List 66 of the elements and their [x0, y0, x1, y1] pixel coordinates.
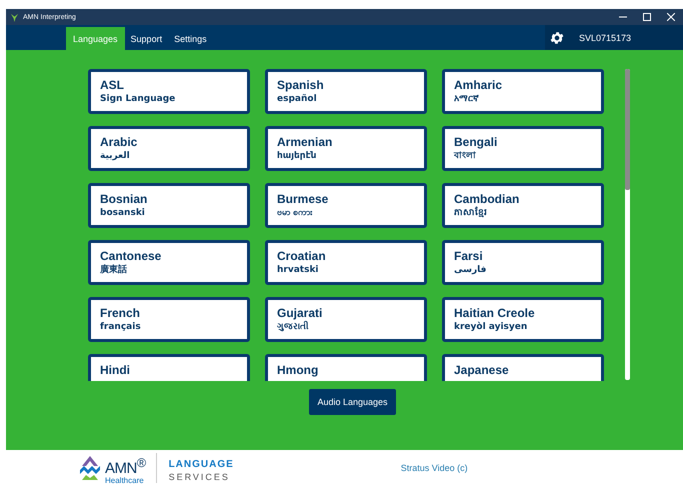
native-name: bosanski: [100, 207, 146, 220]
native-name: ភាសាខ្មែរ: [454, 206, 488, 220]
native-name: 廣東話: [100, 263, 128, 277]
language-card[interactable]: Hmong: [265, 354, 427, 381]
native-name: hrvatski: [277, 264, 320, 277]
logo-mark-icon: [78, 454, 102, 482]
language-name: Burmese: [277, 192, 330, 206]
language-card[interactable]: Japanese: [442, 354, 604, 381]
language-card[interactable]: Gujarati ગુજરાતી: [265, 297, 427, 342]
brand-name: AMN$^{®}$: [105, 456, 146, 476]
language-name: Armenian: [277, 135, 334, 149]
language-card[interactable]: Hindi: [88, 354, 250, 381]
native-name: ဗမာ စကား: [277, 207, 314, 220]
settings-icon[interactable]: [549, 30, 565, 46]
native-name: español: [277, 93, 318, 106]
app-icon: [10, 12, 19, 22]
language-name: Gujarati: [277, 306, 324, 320]
language-card[interactable]: Cambodian ភាសាខ្មែរ: [442, 183, 604, 228]
native-name: ગુજરાતી: [277, 320, 310, 334]
language-name: Cambodian: [454, 192, 520, 206]
language-name: Farsi: [454, 249, 484, 263]
credit-text: Stratus Video (c): [400, 463, 468, 473]
native-name: አማርኛ: [454, 93, 480, 106]
minimize-icon[interactable]: [619, 16, 627, 18]
language-name: ASL: [100, 78, 125, 92]
language-card[interactable]: Bengali বাংলা: [442, 126, 604, 171]
language-name: Hmong: [277, 363, 320, 377]
native-name: français: [100, 321, 142, 334]
language-card[interactable]: Burmese ဗမာ စကား: [265, 183, 427, 228]
service-subtitle: SERVICES: [168, 470, 231, 482]
language-name: Haitian Creole: [454, 306, 536, 320]
language-card[interactable]: Cantonese 廣東話: [88, 240, 250, 285]
scrollbar-thumb[interactable]: [625, 69, 630, 190]
language-card[interactable]: Spanish español: [265, 69, 427, 114]
language-name: Croatian: [277, 249, 327, 263]
language-card[interactable]: Armenian հայերէն: [265, 126, 427, 171]
native-name: հայերէն: [277, 150, 318, 163]
native-name: Sign Language: [100, 93, 176, 106]
language-name: Bosnian: [100, 192, 148, 206]
nav-tab[interactable]: Settings: [168, 27, 213, 50]
language-name: Amharic: [454, 78, 504, 92]
language-card[interactable]: Bosnian bosanski: [88, 183, 250, 228]
brand-subtitle: Healthcare: [105, 476, 145, 484]
language-card[interactable]: French français: [88, 297, 250, 342]
language-card[interactable]: Amharic አማርኛ: [442, 69, 604, 114]
native-name: العربية: [100, 150, 131, 163]
device-id: SVL0715173: [579, 32, 632, 42]
language-name: Cantonese: [100, 249, 162, 263]
language-name: Hindi: [100, 363, 131, 377]
nav-tab[interactable]: Support: [124, 27, 168, 50]
close-icon[interactable]: [667, 13, 675, 21]
native-name: فارسی: [454, 264, 488, 277]
audio-languages-button[interactable]: Audio Languages: [309, 389, 396, 415]
language-name: Bengali: [454, 135, 498, 149]
language-card[interactable]: ASL Sign Language: [88, 69, 250, 114]
native-name: kreyòl ayisyen: [454, 320, 528, 334]
language-name: French: [100, 306, 142, 320]
language-name: Japanese: [454, 363, 510, 377]
language-card[interactable]: Haitian Creole kreyòl ayisyen: [442, 297, 604, 342]
native-name: বাংলা: [454, 150, 477, 163]
language-name: Spanish: [277, 78, 325, 92]
maximize-icon[interactable]: [643, 13, 651, 21]
language-card[interactable]: Croatian hrvatski: [265, 240, 427, 285]
service-title: LANGUAGE: [168, 458, 234, 470]
scrollbar[interactable]: [625, 69, 630, 380]
language-name: Arabic: [100, 135, 138, 149]
